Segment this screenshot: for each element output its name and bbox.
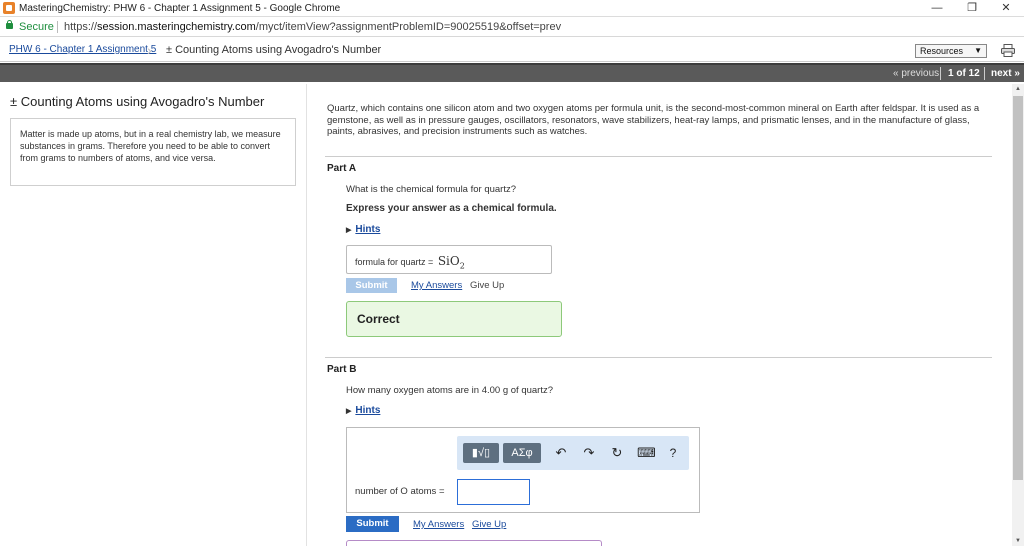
address-separator [57, 21, 58, 33]
restore-button[interactable]: ❐ [955, 0, 989, 17]
browser-title-bar: MasteringChemistry: PHW 6 - Chapter 1 As… [0, 0, 1024, 17]
item-nav-bar: « previous 1 of 12 next » [0, 63, 1024, 82]
help-icon[interactable]: ? [665, 445, 681, 461]
undo-icon[interactable]: ↶ [553, 445, 569, 461]
url-text[interactable]: https://session.masteringchemistry.com/m… [64, 21, 561, 33]
window-title: MasteringChemistry: PHW 6 - Chapter 1 As… [19, 3, 341, 14]
oxygen-atoms-input[interactable] [457, 479, 530, 505]
part-a-give-up: Give Up [470, 280, 505, 291]
hints-label: Hints [355, 224, 381, 235]
math-toolbar: ▮√▯ ΑΣφ ↶ ↷ ↻ ⌨ ? [457, 436, 689, 470]
greek-symbols-button[interactable]: ΑΣφ [503, 443, 541, 463]
dropdown-arrow-icon: ▼ [974, 46, 982, 55]
part-a-answer-box: formula for quartz = SiO2 [346, 245, 552, 274]
hints-label: Hints [355, 405, 381, 416]
address-bar[interactable]: Secure https://session.masteringchemistr… [0, 18, 1024, 37]
next-feedback-box-edge [346, 540, 602, 546]
answer-formula: SiO2 [437, 254, 465, 271]
caret-right-icon: ▶ [346, 408, 352, 415]
part-a-heading: Part A [327, 163, 357, 174]
part-a-hints-toggle[interactable]: ▶ Hints [346, 224, 380, 235]
answer-label: formula for quartz = [355, 257, 434, 267]
page-scrollbar[interactable]: ▲ ▼ [1012, 84, 1024, 546]
caret-right-icon: ▶ [346, 227, 352, 234]
previous-link[interactable]: « previous [893, 68, 939, 79]
nav-separator [984, 67, 985, 80]
url-path: /myct/itemView?assignmentProblemID=90025… [255, 21, 562, 33]
part-b-question: How many oxygen atoms are in 4.00 g of q… [346, 385, 554, 396]
part-b-hints-toggle[interactable]: ▶ Hints [346, 405, 380, 416]
chevron-right-icon: › [147, 42, 152, 58]
section-divider [325, 156, 992, 157]
intro-box: Matter is made up atoms, but in a real c… [10, 118, 296, 186]
formula-base: SiO [437, 254, 460, 268]
breadcrumb: PHW 6 - Chapter 1 Assignment 5 › ± Count… [0, 38, 1024, 62]
scroll-thumb[interactable] [1013, 96, 1023, 480]
part-b-my-answers-link[interactable]: My Answers [413, 519, 464, 530]
url-host: session.masteringchemistry.com [97, 21, 256, 33]
lock-icon [6, 20, 13, 29]
panel-divider [306, 84, 307, 546]
part-a-question: What is the chemical formula for quartz? [346, 184, 517, 195]
problem-title: ± Counting Atoms using Avogadro's Number [10, 94, 265, 109]
part-b-answer-editor: ▮√▯ ΑΣφ ↶ ↷ ↻ ⌨ ? number of O atoms = [346, 427, 700, 513]
correct-feedback: Correct [346, 301, 562, 337]
resources-dropdown[interactable]: Resources ▼ [915, 44, 987, 58]
part-b-submit-button[interactable]: Submit [346, 516, 399, 532]
minimize-button[interactable]: — [920, 0, 954, 17]
problem-intro: Quartz, which contains one silicon atom … [327, 103, 980, 137]
part-b-give-up-link[interactable]: Give Up [472, 519, 506, 530]
url-scheme: https:// [64, 21, 98, 33]
mastering-app-icon [3, 2, 15, 14]
next-link[interactable]: next » [991, 68, 1020, 79]
templates-button[interactable]: ▮√▯ [463, 443, 499, 463]
item-counter: 1 of 12 [948, 68, 980, 79]
scroll-up-icon[interactable]: ▲ [1015, 86, 1021, 92]
nav-separator [940, 67, 941, 80]
close-button[interactable]: ✕ [989, 0, 1023, 17]
assignment-link[interactable]: PHW 6 - Chapter 1 Assignment 5 [9, 44, 156, 55]
secure-label: Secure [19, 21, 54, 33]
part-a-my-answers-link[interactable]: My Answers [411, 280, 462, 291]
redo-icon[interactable]: ↷ [581, 445, 597, 461]
resources-label: Resources [920, 46, 964, 56]
formula-subscript: 2 [459, 261, 465, 271]
reset-icon[interactable]: ↻ [609, 445, 625, 461]
print-icon[interactable] [1001, 44, 1015, 57]
scroll-down-icon[interactable]: ▼ [1015, 538, 1021, 544]
answer-label: number of O atoms = [355, 486, 445, 497]
part-b-heading: Part B [327, 364, 357, 375]
part-a-submit-button[interactable]: Submit [346, 278, 397, 293]
breadcrumb-current: ± Counting Atoms using Avogadro's Number [166, 44, 382, 56]
keyboard-icon[interactable]: ⌨ [637, 445, 656, 461]
part-a-instruction: Express your answer as a chemical formul… [346, 203, 557, 214]
section-divider [325, 357, 992, 358]
